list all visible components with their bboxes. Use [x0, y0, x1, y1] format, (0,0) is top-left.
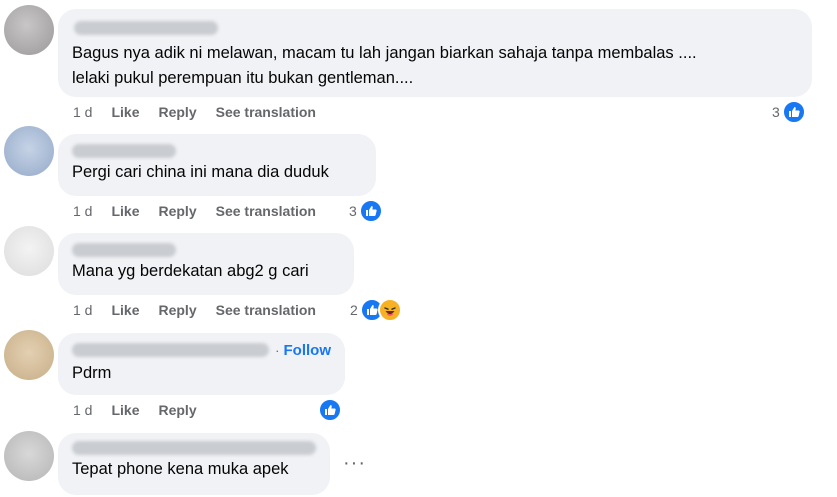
comment-text: Pdrm: [72, 364, 112, 382]
author-name[interactable]: [72, 343, 270, 357]
avatar[interactable]: [4, 330, 54, 380]
follow-button[interactable]: Follow: [284, 342, 332, 359]
reply-button[interactable]: Reply: [158, 203, 196, 219]
like-button[interactable]: Like: [111, 104, 139, 120]
like-button[interactable]: Like: [111, 402, 139, 418]
avatar[interactable]: [4, 5, 54, 55]
comment-bubble: Bagus nya adik ni melawan, macam tu lah …: [58, 9, 812, 97]
reaction-summary[interactable]: [318, 398, 342, 422]
author-name[interactable]: [74, 20, 218, 35]
comment-bubble: Pergi cari china ini mana dia duduk: [58, 134, 376, 196]
reply-button[interactable]: Reply: [158, 402, 196, 418]
comment-actions: 1 d Like Reply See translation: [73, 203, 316, 219]
comment-bubble: Mana yg berdekatan abg2 g cari: [58, 233, 354, 295]
timestamp[interactable]: 1 d: [73, 203, 92, 219]
like-reaction-icon: [318, 398, 342, 422]
avatar[interactable]: [4, 226, 54, 276]
like-button[interactable]: Like: [111, 302, 139, 318]
reaction-summary[interactable]: 2: [350, 298, 402, 322]
comment-text: Bagus nya adik ni melawan, macam tu lah …: [72, 44, 697, 62]
more-options-icon[interactable]: ···: [343, 452, 366, 475]
comment-text: Mana yg berdekatan abg2 g cari: [72, 262, 309, 280]
comment-actions: 1 d Like Reply: [73, 402, 197, 418]
timestamp[interactable]: 1 d: [73, 104, 92, 120]
comment-text: Pergi cari china ini mana dia duduk: [72, 163, 329, 181]
timestamp[interactable]: 1 d: [73, 302, 92, 318]
see-translation-link[interactable]: See translation: [216, 203, 316, 219]
reaction-summary[interactable]: 3: [772, 100, 806, 124]
author-name[interactable]: [72, 143, 176, 158]
timestamp[interactable]: 1 d: [73, 402, 92, 418]
reply-button[interactable]: Reply: [158, 104, 196, 120]
like-reaction-icon: [358, 199, 383, 223]
reaction-count: 2: [350, 302, 358, 318]
comment-actions: 1 d Like Reply See translation: [73, 302, 316, 318]
see-translation-link[interactable]: See translation: [216, 104, 316, 120]
separator-dot: ·: [275, 342, 280, 358]
haha-reaction-icon: [377, 298, 402, 322]
comment-text: lelaki pukul perempuan itu bukan gentlem…: [72, 69, 414, 87]
comment-bubble: Tepat phone kena muka apek: [58, 433, 330, 495]
reaction-summary[interactable]: 3: [349, 199, 383, 223]
reaction-count: 3: [349, 203, 357, 219]
comment-bubble: · Follow Pdrm: [58, 333, 345, 395]
comment-actions: 1 d Like Reply See translation: [73, 104, 316, 120]
comment-text: Tepat phone kena muka apek: [72, 460, 289, 478]
author-name[interactable]: [72, 440, 316, 455]
reply-button[interactable]: Reply: [158, 302, 196, 318]
reaction-count: 3: [772, 104, 780, 120]
avatar[interactable]: [4, 126, 54, 176]
avatar[interactable]: [4, 431, 54, 481]
author-name[interactable]: [72, 242, 176, 257]
see-translation-link[interactable]: See translation: [216, 302, 316, 318]
like-button[interactable]: Like: [111, 203, 139, 219]
like-reaction-icon: [781, 100, 806, 124]
